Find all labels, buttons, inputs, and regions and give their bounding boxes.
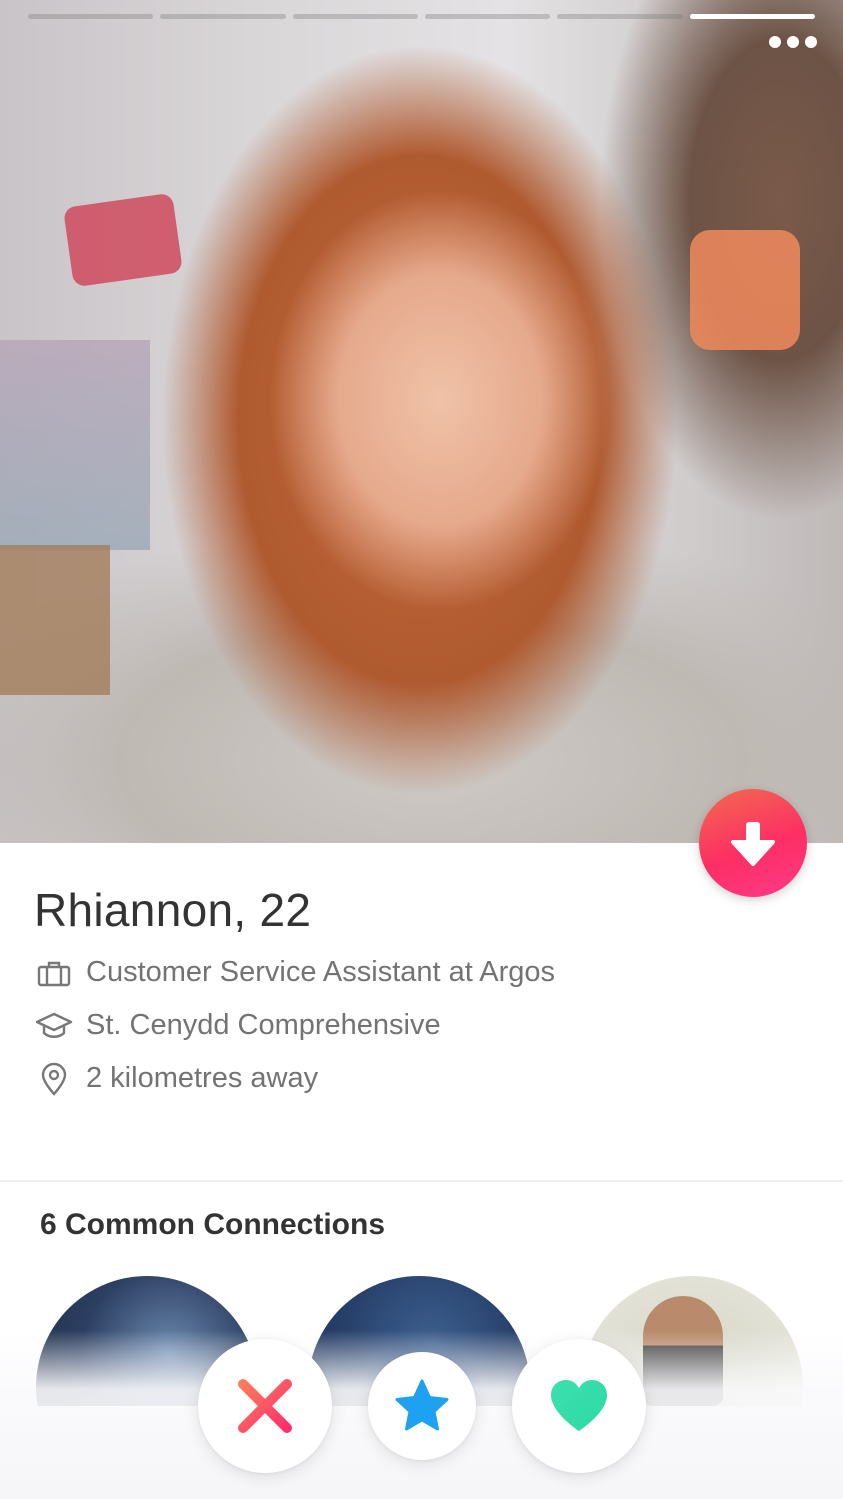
job-row: Customer Service Assistant at Argos — [34, 946, 813, 999]
x-icon — [238, 1379, 292, 1433]
graduation-cap-icon — [34, 1008, 74, 1044]
photo-progress-segment[interactable] — [292, 14, 418, 19]
photo-background-detail — [0, 340, 150, 550]
photo-progress-segment[interactable] — [160, 14, 286, 19]
dot — [787, 36, 799, 48]
photo-progress-bar — [28, 14, 815, 19]
school-row: St. Cenydd Comprehensive — [34, 999, 813, 1052]
common-connections-title: 6 Common Connections — [40, 1208, 386, 1241]
photo-background-detail — [62, 192, 184, 288]
photo-progress-segment[interactable] — [424, 14, 551, 19]
like-button[interactable] — [512, 1339, 646, 1473]
photo-background-detail — [690, 230, 800, 350]
dot — [805, 36, 817, 48]
photo-background-detail — [0, 545, 110, 695]
profile-name-age: Rhiannon, 22 — [34, 884, 312, 936]
job-text: Customer Service Assistant at Argos — [86, 956, 556, 988]
dot — [769, 36, 781, 48]
profile-photo[interactable] — [0, 0, 843, 843]
nope-button[interactable] — [198, 1339, 332, 1473]
photo-progress-segment[interactable] — [28, 14, 154, 19]
more-dots-icon[interactable] — [769, 32, 817, 52]
briefcase-icon — [34, 955, 74, 991]
photo-progress-segment[interactable] — [557, 14, 683, 19]
distance-row: 2 kilometres away — [34, 1052, 813, 1105]
location-pin-icon — [34, 1061, 74, 1097]
school-text: St. Cenydd Comprehensive — [86, 1009, 441, 1041]
section-divider — [0, 1180, 843, 1182]
photo-progress-segment-active[interactable] — [689, 14, 815, 19]
heart-icon — [551, 1380, 607, 1431]
star-icon — [395, 1379, 449, 1431]
profile-info: Rhiannon, 22 Customer Service Assistant … — [34, 880, 813, 1105]
superlike-button[interactable] — [368, 1352, 476, 1460]
arrow-down-icon — [731, 822, 775, 866]
distance-text: 2 kilometres away — [86, 1062, 319, 1094]
